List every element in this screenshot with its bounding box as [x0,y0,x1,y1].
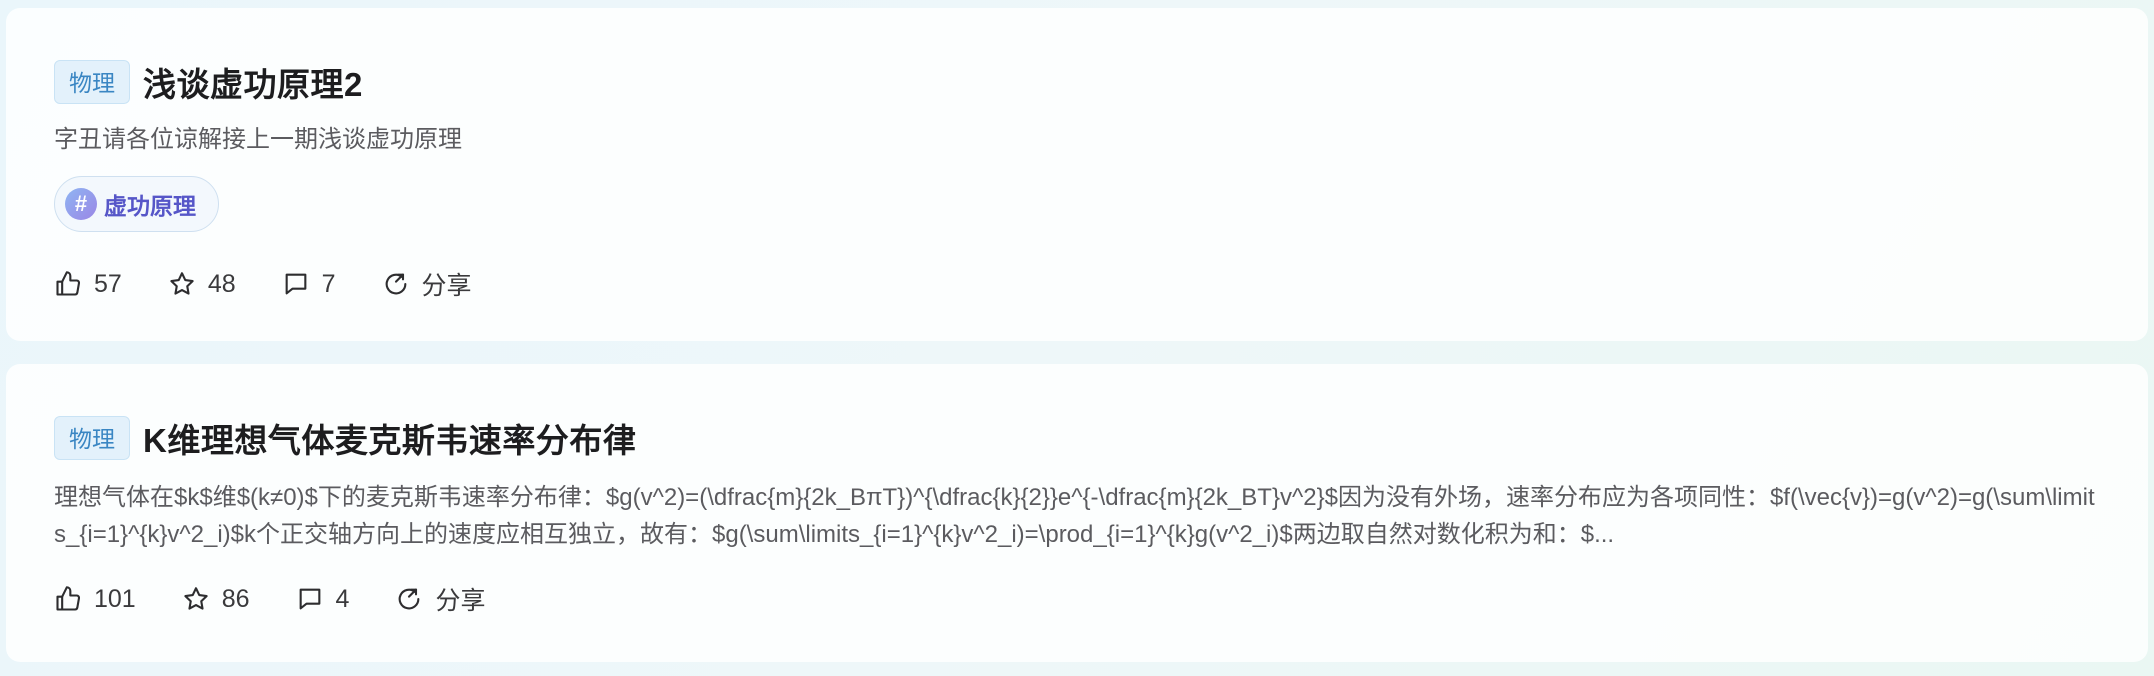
comment-icon [285,273,307,295]
favorite-button[interactable]: 86 [182,585,250,614]
comment-button[interactable]: 7 [282,270,336,299]
post-title[interactable]: 浅谈虚功原理2 [143,58,363,106]
like-button[interactable]: 101 [54,585,136,614]
share-button[interactable]: 分享 [395,581,485,617]
like-count: 57 [94,269,122,298]
favorite-button[interactable]: 48 [168,270,236,299]
share-label: 分享 [435,587,486,615]
tag-row: # 虚功原理 [54,176,2100,232]
comment-count: 7 [321,269,336,298]
favorite-count: 86 [221,584,250,613]
hash-icon: # [65,188,97,220]
share-icon [399,588,420,610]
comment-count: 4 [335,584,350,613]
category-badge[interactable]: 物理 [54,416,130,460]
post-title-row: 物理 浅谈虚功原理2 [54,59,2100,105]
star-icon [184,587,208,610]
thumbs-up-icon [56,586,81,611]
thumbs-up-icon [56,271,81,296]
post-excerpt: 字丑请各位谅解接上一期浅谈虚功原理 [54,126,462,153]
category-badge[interactable]: 物理 [54,60,130,104]
like-button[interactable]: 57 [54,270,122,299]
share-button[interactable]: 分享 [382,266,472,302]
post-actions: 57 48 7 分享 [54,267,2100,301]
post-card[interactable]: 物理 K维理想气体麦克斯韦速率分布律 理想气体在$k$维$(k≠0)$下的麦克斯… [6,364,2148,662]
share-icon [385,273,406,295]
post-excerpt: 理想气体在$k$维$(k≠0)$下的麦克斯韦速率分布律：$g(v^2)=(\df… [54,484,2095,548]
post-feed: 物理 浅谈虚功原理2 字丑请各位谅解接上一期浅谈虚功原理 # 虚功原理 57 4… [0,0,2154,676]
comment-icon [299,588,320,610]
topic-tag-label: 虚功原理 [104,193,196,219]
post-title[interactable]: K维理想气体麦克斯韦速率分布律 [143,414,636,462]
post-title-row: 物理 K维理想气体麦克斯韦速率分布律 [54,415,2100,461]
post-card[interactable]: 物理 浅谈虚功原理2 字丑请各位谅解接上一期浅谈虚功原理 # 虚功原理 57 4… [6,8,2148,341]
share-label: 分享 [421,272,472,300]
post-actions: 101 86 4 分享 [54,582,2100,616]
like-count: 101 [94,584,136,613]
favorite-count: 48 [207,269,236,298]
star-icon [170,272,194,295]
comment-button[interactable]: 4 [296,584,350,614]
topic-tag[interactable]: # 虚功原理 [54,176,219,232]
